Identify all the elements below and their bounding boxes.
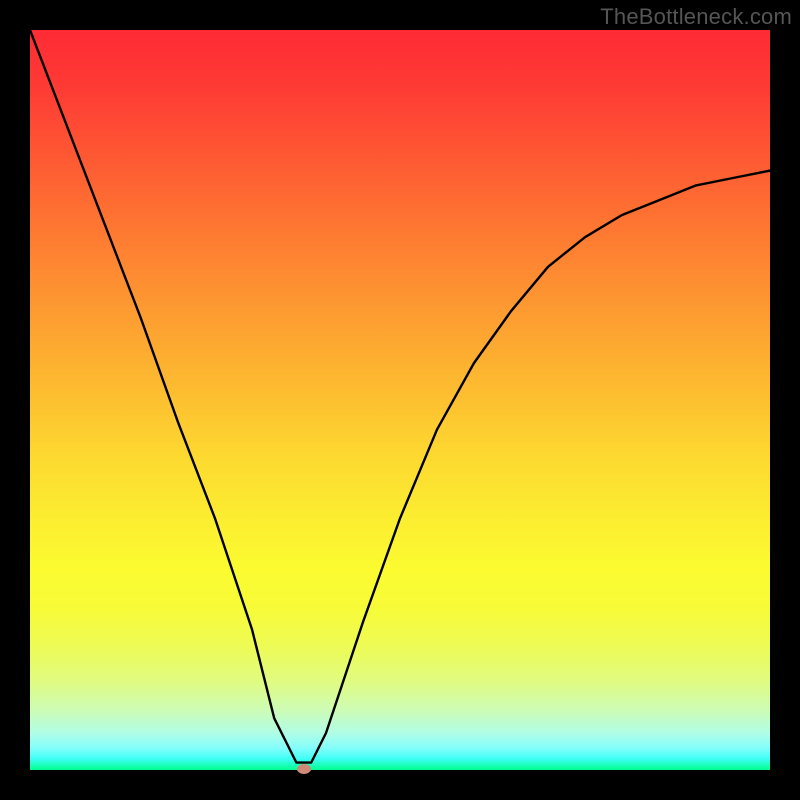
chart-frame: TheBottleneck.com bbox=[0, 0, 800, 800]
optimal-point-marker bbox=[297, 764, 311, 774]
plot-area bbox=[30, 30, 770, 770]
bottleneck-curve bbox=[30, 30, 770, 770]
watermark-text: TheBottleneck.com bbox=[600, 4, 792, 30]
